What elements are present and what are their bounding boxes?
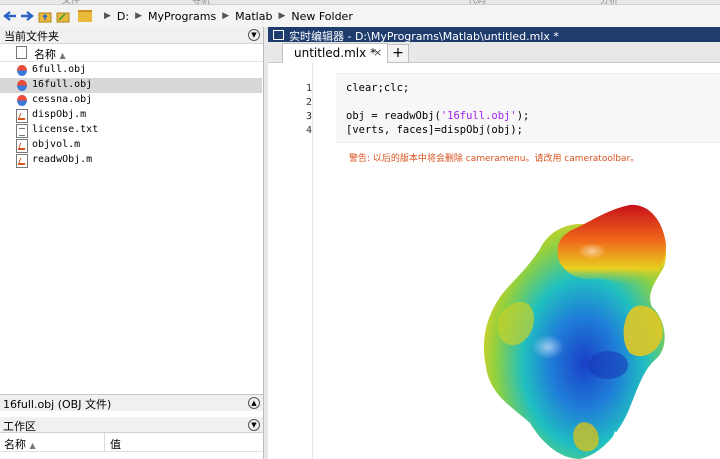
code-block[interactable]: 1 2 3 4 clear;clc; obj = readwObj('16ful… [306,73,720,143]
tab-untitled[interactable]: untitled.mlx * × [282,43,388,63]
editor-icon [273,30,284,40]
line-number: 1 [305,83,312,94]
watermark: 知乎用户 [612,431,684,451]
new-tab-button[interactable]: + [387,44,409,63]
tab-label: untitled.mlx * [294,46,377,60]
chevron-right-icon: ▶ [135,11,143,21]
chevron-right-icon: ▶ [222,11,230,21]
surface-highlight [532,335,564,359]
address-bar: ▶ D: ▶ MyPrograms ▶ Matlab ▶ New Folder [0,5,720,28]
text-file-icon [16,124,28,138]
current-folder-panel: 当前文件夹 ▼ 名称 ▲ 6full.obj 16full.obj cessna… [0,27,264,459]
file-row[interactable]: dispObj.m [0,108,262,123]
code-line: [verts, faces]=dispObj(obj); [346,124,524,136]
name-column-header[interactable]: 名称 ▲ [34,46,66,62]
folder-icon [78,10,92,22]
gutter-divider [312,63,313,459]
file-name: 6full.obj [32,64,87,75]
file-row[interactable]: cessna.obj [0,93,262,108]
line-number: 2 [305,97,312,108]
surface-shadow [588,351,628,379]
file-list-header: 名称 ▲ [0,44,263,62]
sort-asc-icon: ▲ [59,51,66,60]
chevron-right-icon: ▶ [104,11,111,21]
file-details-bar[interactable]: 16full.obj (OBJ 文件) ▲ [0,394,263,412]
column-divider[interactable] [104,433,105,451]
up-folder-icon[interactable] [37,8,53,24]
obj-file-icon [17,95,27,106]
file-name: dispObj.m [32,109,87,120]
workspace-titlebar: 工作区 ▼ [0,417,263,433]
panel-menu-icon[interactable]: ▼ [248,29,260,41]
close-icon[interactable]: × [373,46,382,59]
workspace-value-column[interactable]: 值 [110,436,121,452]
sort-asc-icon: ▲ [29,441,36,450]
m-file-icon [16,109,28,123]
line-number: 4 [305,125,312,136]
3d-surface-figure[interactable] [480,197,670,459]
workspace-header: 名称 ▲ 值 [0,433,263,452]
file-row[interactable]: objvol.m [0,138,262,153]
obj-file-icon [17,65,27,76]
collapse-details-icon[interactable]: ▲ [248,397,260,409]
current-folder-title: 当前文件夹 [4,30,59,43]
file-row[interactable]: 6full.obj [0,63,262,78]
file-name: cessna.obj [32,94,93,105]
file-name: license.txt [32,124,99,135]
surface-top-red [557,204,666,285]
file-row[interactable]: readwObj.m [0,153,262,168]
editor-titlebar: 实时编辑器 - D:\MyPrograms\Matlab\untitled.ml… [268,27,720,43]
breadcrumb-myprograms[interactable]: MyPrograms [148,10,216,23]
m-file-icon [16,154,28,168]
file-details-label: 16full.obj (OBJ 文件) [3,398,112,411]
breadcrumb-matlab[interactable]: Matlab [235,10,272,23]
file-name: readwObj.m [32,154,93,165]
file-header-icon [16,46,27,59]
workspace-title: 工作区 [3,420,36,433]
file-name: objvol.m [32,139,81,150]
obj-file-icon [17,80,27,91]
live-editor-panel: 实时编辑器 - D:\MyPrograms\Matlab\untitled.ml… [268,27,720,459]
browse-folder-icon[interactable] [55,8,71,24]
code-line: obj = readwObj('16full.obj'); [346,110,530,122]
file-row[interactable]: license.txt [0,123,262,138]
code-line: clear;clc; [346,82,410,94]
breadcrumb-new-folder[interactable]: New Folder [291,10,352,23]
file-name: 16full.obj [32,79,93,90]
current-folder-titlebar: 当前文件夹 ▼ [0,27,263,44]
file-row-selected[interactable]: 16full.obj [0,78,262,93]
breadcrumb-drive[interactable]: D: [117,10,129,23]
editor-tabbar: untitled.mlx * × + [268,42,720,63]
line-number: 3 [305,111,312,122]
workspace-menu-icon[interactable]: ▼ [248,419,260,431]
workspace-name-column[interactable]: 名称 ▲ [4,436,36,452]
surface-highlight [578,243,606,259]
forward-arrow-icon[interactable] [19,8,35,24]
breadcrumb: ▶ D: ▶ MyPrograms ▶ Matlab ▶ New Folder [78,7,720,25]
warning-output: 警告: 以后的版本中将会删除 cameramenu。请改用 cameratool… [349,154,640,164]
m-file-icon [16,139,28,153]
back-arrow-icon[interactable] [2,8,18,24]
chevron-right-icon: ▶ [278,11,286,21]
